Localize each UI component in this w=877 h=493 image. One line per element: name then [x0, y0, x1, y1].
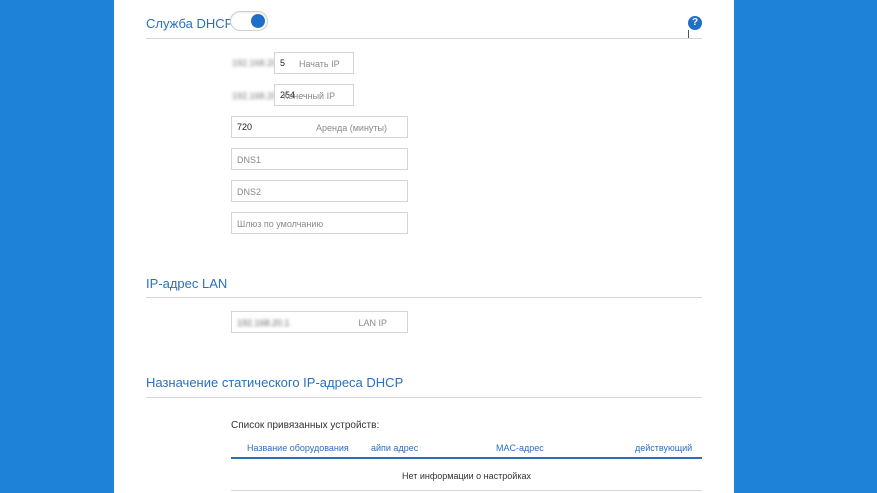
lan-section-title: IP-адрес LAN	[146, 276, 228, 291]
static-divider	[146, 397, 702, 398]
dns1-input[interactable]: DNS1	[231, 148, 408, 170]
table-bottom-rule	[231, 490, 702, 491]
col-mac-address: MAC-адрес	[496, 443, 544, 453]
col-action: действующий	[635, 443, 693, 453]
empty-table-message: Нет информации о настройках	[402, 471, 531, 481]
gateway-input[interactable]: Шлюз по умолчанию	[231, 212, 408, 234]
dhcp-divider	[146, 38, 702, 39]
lease-input[interactable]: 720 Аренда (минуты)	[231, 116, 408, 138]
dns2-placeholder: DNS2	[237, 187, 262, 197]
col-ip-address: айпи адрес	[371, 443, 419, 453]
dhcp-toggle[interactable]	[230, 11, 268, 31]
help-stem	[688, 30, 689, 38]
dns2-input[interactable]: DNS2	[231, 180, 408, 202]
end-ip-placeholder: Конечный IP	[283, 91, 336, 101]
lease-value: 720	[237, 122, 253, 132]
lease-placeholder: Аренда (минуты)	[315, 123, 387, 133]
static-section-title: Назначение статического IP-адреса DHCP	[146, 375, 404, 390]
gateway-placeholder: Шлюз по умолчанию	[237, 219, 324, 229]
toggle-knob	[251, 14, 265, 28]
table-header-rule	[231, 457, 702, 459]
start-ip-prefix: 192.168.20.	[232, 58, 280, 68]
col-device-name: Название оборудования	[247, 443, 349, 453]
start-ip-input[interactable]: 5 Начать IP	[274, 52, 354, 74]
end-ip-input[interactable]: 254 Конечный IP	[274, 84, 354, 106]
end-ip-prefix: 192.168.20.	[232, 91, 280, 101]
start-ip-value: 5	[280, 58, 286, 68]
help-icon[interactable]: ?	[688, 16, 702, 30]
lan-ip-value: 192.168.20.1	[237, 318, 290, 328]
settings-panel: Служба DHCP ? 192.168.20. 5 Начать IP 19…	[114, 0, 734, 493]
start-ip-placeholder: Начать IP	[299, 59, 340, 69]
lan-ip-input[interactable]: 192.168.20.1 LAN IP	[231, 311, 408, 333]
lan-ip-placeholder: LAN IP	[358, 318, 387, 328]
bound-devices-caption: Список привязанных устройств:	[231, 420, 380, 431]
lan-divider	[146, 297, 702, 298]
dhcp-section-title: Служба DHCP	[146, 16, 234, 31]
dns1-placeholder: DNS1	[237, 155, 262, 165]
